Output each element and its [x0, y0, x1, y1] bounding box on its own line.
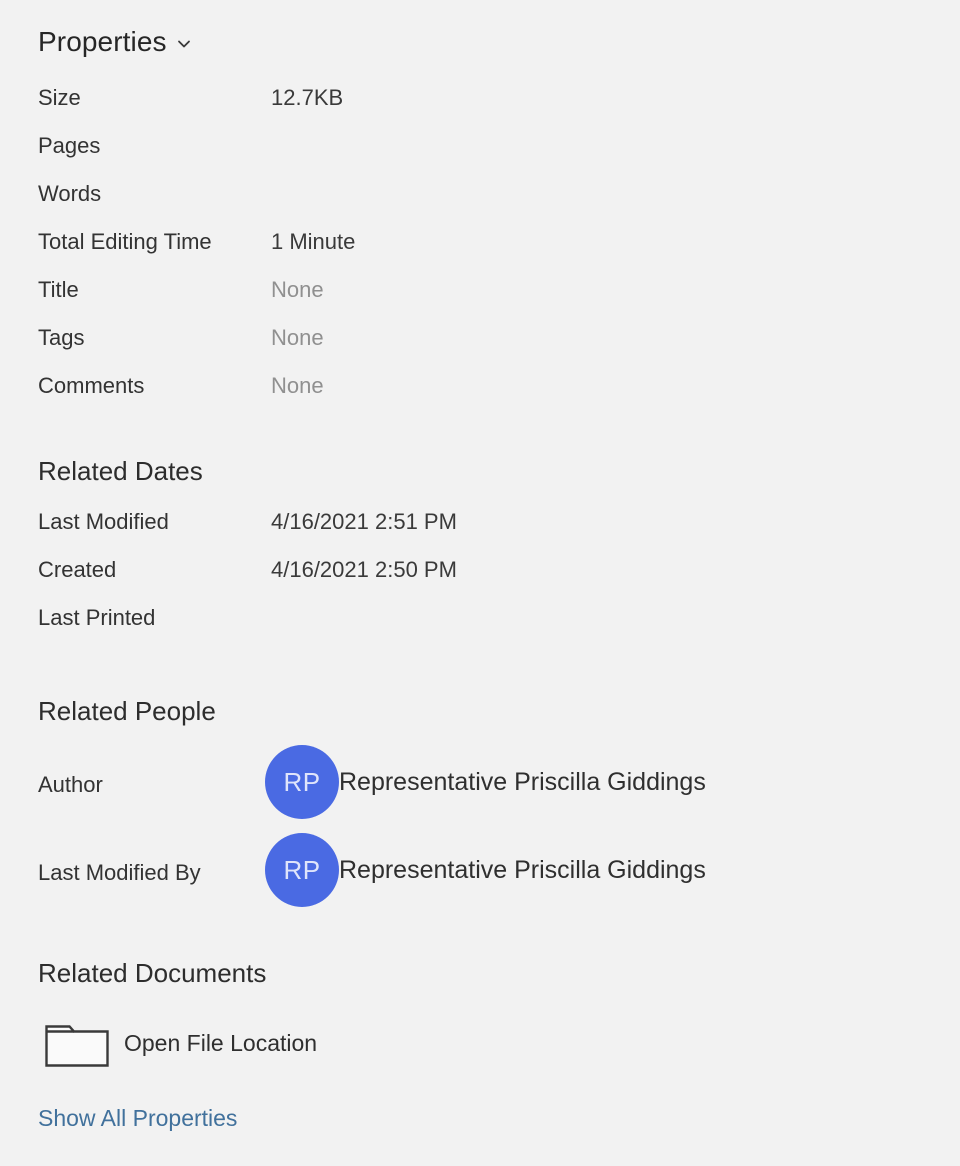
property-label: Words	[38, 181, 102, 206]
property-row-size: Size 12.7KB	[0, 74, 960, 122]
avatar[interactable]: RP	[265, 833, 339, 907]
property-row-tags: Tags None	[0, 314, 960, 362]
property-value: 12.7KB	[271, 85, 344, 110]
section-heading-related-people: Related People	[38, 696, 216, 726]
property-row-comments: Comments None	[0, 362, 960, 410]
person-label: Last Modified By	[38, 860, 201, 885]
properties-panel: Properties Size 12.7KB Pages Words Total…	[0, 0, 960, 1166]
property-label: Title	[38, 277, 79, 302]
person-chip[interactable]: RP Representative Priscilla Giddings	[265, 745, 706, 819]
property-value[interactable]: None	[271, 362, 324, 410]
person-label: Author	[38, 772, 103, 797]
property-row-words: Words	[0, 170, 960, 218]
chevron-down-icon[interactable]	[177, 37, 191, 51]
related-dates-list: Last Modified 4/16/2021 2:51 PM Created …	[0, 498, 960, 642]
folder-icon	[44, 1018, 110, 1068]
date-label: Last Modified	[38, 509, 169, 534]
person-row-last-modified-by: Last Modified By RP Representative Prisc…	[0, 833, 960, 913]
section-heading-related-documents: Related Documents	[38, 958, 267, 988]
date-label: Created	[38, 557, 117, 582]
property-row-title: Title None	[0, 266, 960, 314]
date-row-created: Created 4/16/2021 2:50 PM	[0, 546, 960, 594]
property-label: Size	[38, 85, 81, 110]
property-label: Pages	[38, 133, 101, 158]
date-row-last-printed: Last Printed	[0, 594, 960, 642]
date-value: 4/16/2021 2:51 PM	[271, 509, 457, 534]
properties-header[interactable]: Properties	[38, 28, 191, 56]
avatar[interactable]: RP	[265, 745, 339, 819]
properties-list: Size 12.7KB Pages Words Total Editing Ti…	[0, 74, 960, 410]
date-label: Last Printed	[38, 605, 156, 630]
property-label: Total Editing Time	[38, 229, 212, 254]
person-chip[interactable]: RP Representative Priscilla Giddings	[265, 833, 706, 907]
property-value[interactable]: None	[271, 266, 324, 314]
person-name[interactable]: Representative Priscilla Giddings	[339, 856, 706, 885]
property-row-pages: Pages	[0, 122, 960, 170]
date-value: 4/16/2021 2:50 PM	[271, 557, 457, 582]
property-label: Tags	[38, 325, 85, 350]
property-value[interactable]: None	[271, 314, 324, 362]
property-value: 1 Minute	[271, 229, 356, 254]
person-name[interactable]: Representative Priscilla Giddings	[339, 768, 706, 797]
open-file-location-button[interactable]: Open File Location	[44, 1018, 317, 1068]
property-row-total-editing-time: Total Editing Time 1 Minute	[0, 218, 960, 266]
date-row-last-modified: Last Modified 4/16/2021 2:51 PM	[0, 498, 960, 546]
section-heading-related-dates: Related Dates	[38, 456, 203, 486]
property-label: Comments	[38, 373, 145, 398]
page-title: Properties	[38, 26, 167, 57]
show-all-properties-link[interactable]: Show All Properties	[38, 1105, 237, 1132]
open-file-location-label: Open File Location	[124, 1029, 318, 1056]
person-row-author: Author RP Representative Priscilla Giddi…	[0, 745, 960, 825]
